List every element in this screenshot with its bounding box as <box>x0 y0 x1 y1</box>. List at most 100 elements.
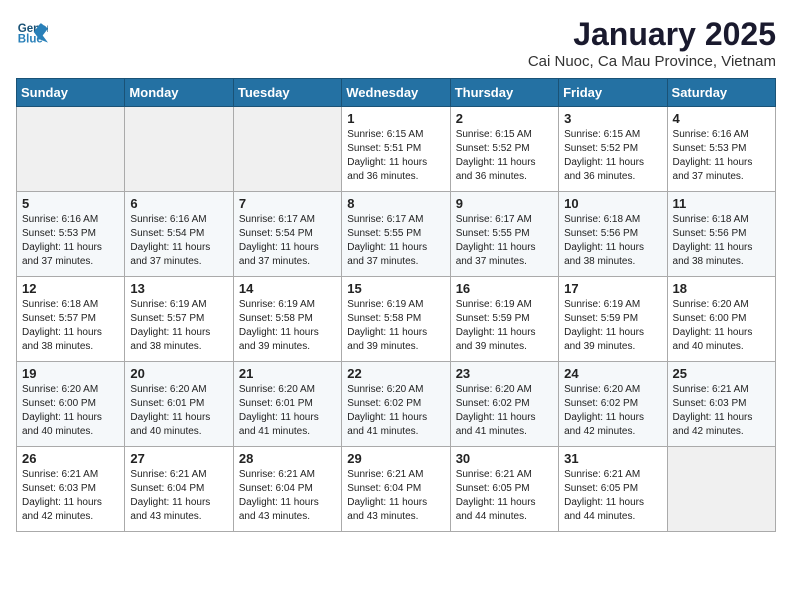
day-number: 7 <box>239 196 336 211</box>
calendar-cell: 7 Sunrise: 6:17 AM Sunset: 5:54 PM Daylig… <box>233 192 341 277</box>
day-info: Sunrise: 6:17 AM Sunset: 5:55 PM Dayligh… <box>456 213 553 269</box>
calendar-cell <box>667 447 775 532</box>
day-number: 29 <box>347 451 444 466</box>
day-number: 28 <box>239 451 336 466</box>
day-number: 8 <box>347 196 444 211</box>
day-info: Sunrise: 6:16 AM Sunset: 5:53 PM Dayligh… <box>673 128 770 184</box>
calendar-title: January 2025 <box>528 16 776 53</box>
weekday-header-friday: Friday <box>559 79 667 107</box>
calendar-cell: 25Sunrise: 6:21 AM Sunset: 6:03 PM Dayli… <box>667 362 775 447</box>
day-info: Sunrise: 6:19 AM Sunset: 5:59 PM Dayligh… <box>564 298 661 354</box>
weekday-header-row: SundayMondayTuesdayWednesdayThursdayFrid… <box>17 79 776 107</box>
day-number: 14 <box>239 281 336 296</box>
day-number: 17 <box>564 281 661 296</box>
logo: General Blue <box>16 16 48 48</box>
calendar-cell: 27 Sunrise: 6:21 AM Sunset: 6:04 PM Dayli… <box>125 447 233 532</box>
day-number: 9 <box>456 196 553 211</box>
calendar-cell <box>17 107 125 192</box>
day-info: Sunrise: 6:17 AM Sunset: 5:54 PM Dayligh… <box>239 213 336 269</box>
day-number: 26 <box>22 451 119 466</box>
calendar-cell: 5 Sunrise: 6:16 AM Sunset: 5:53 PM Daylig… <box>17 192 125 277</box>
calendar-table: SundayMondayTuesdayWednesdayThursdayFrid… <box>16 78 776 532</box>
day-number: 22 <box>347 366 444 381</box>
day-info: Sunrise: 6:21 AM Sunset: 6:03 PM Dayligh… <box>673 383 770 439</box>
day-number: 31 <box>564 451 661 466</box>
calendar-cell: 9 Sunrise: 6:17 AM Sunset: 5:55 PM Daylig… <box>450 192 558 277</box>
day-info: Sunrise: 6:16 AM Sunset: 5:54 PM Dayligh… <box>130 213 227 269</box>
calendar-cell: 19Sunrise: 6:20 AM Sunset: 6:00 PM Dayli… <box>17 362 125 447</box>
calendar-cell: 6Sunrise: 6:16 AM Sunset: 5:54 PM Daylig… <box>125 192 233 277</box>
day-number: 15 <box>347 281 444 296</box>
calendar-week-row: 5 Sunrise: 6:16 AM Sunset: 5:53 PM Daylig… <box>17 192 776 277</box>
day-number: 30 <box>456 451 553 466</box>
day-info: Sunrise: 6:18 AM Sunset: 5:57 PM Dayligh… <box>22 298 119 354</box>
calendar-subtitle: Cai Nuoc, Ca Mau Province, Vietnam <box>528 53 776 70</box>
calendar-cell: 20 Sunrise: 6:20 AM Sunset: 6:01 PM Dayli… <box>125 362 233 447</box>
day-info: Sunrise: 6:16 AM Sunset: 5:53 PM Dayligh… <box>22 213 119 269</box>
calendar-cell: 10 Sunrise: 6:18 AM Sunset: 5:56 PM Dayli… <box>559 192 667 277</box>
day-number: 23 <box>456 366 553 381</box>
calendar-cell: 1 Sunrise: 6:15 AM Sunset: 5:51 PM Daylig… <box>342 107 450 192</box>
day-number: 20 <box>130 366 227 381</box>
calendar-cell: 2Sunrise: 6:15 AM Sunset: 5:52 PM Daylig… <box>450 107 558 192</box>
day-info: Sunrise: 6:21 AM Sunset: 6:04 PM Dayligh… <box>130 468 227 524</box>
day-number: 5 <box>22 196 119 211</box>
weekday-header-saturday: Saturday <box>667 79 775 107</box>
day-number: 2 <box>456 111 553 126</box>
day-info: Sunrise: 6:21 AM Sunset: 6:05 PM Dayligh… <box>564 468 661 524</box>
day-number: 24 <box>564 366 661 381</box>
day-info: Sunrise: 6:20 AM Sunset: 6:01 PM Dayligh… <box>239 383 336 439</box>
weekday-header-sunday: Sunday <box>17 79 125 107</box>
day-info: Sunrise: 6:20 AM Sunset: 6:02 PM Dayligh… <box>564 383 661 439</box>
calendar-cell: 11Sunrise: 6:18 AM Sunset: 5:56 PM Dayli… <box>667 192 775 277</box>
calendar-cell: 14 Sunrise: 6:19 AM Sunset: 5:58 PM Dayli… <box>233 277 341 362</box>
day-info: Sunrise: 6:18 AM Sunset: 5:56 PM Dayligh… <box>564 213 661 269</box>
calendar-cell: 4 Sunrise: 6:16 AM Sunset: 5:53 PM Daylig… <box>667 107 775 192</box>
day-number: 27 <box>130 451 227 466</box>
day-number: 10 <box>564 196 661 211</box>
logo-icon: General Blue <box>16 16 48 48</box>
calendar-cell: 26 Sunrise: 6:21 AM Sunset: 6:03 PM Dayli… <box>17 447 125 532</box>
day-info: Sunrise: 6:17 AM Sunset: 5:55 PM Dayligh… <box>347 213 444 269</box>
calendar-cell: 28 Sunrise: 6:21 AM Sunset: 6:04 PM Dayli… <box>233 447 341 532</box>
weekday-header-thursday: Thursday <box>450 79 558 107</box>
weekday-header-tuesday: Tuesday <box>233 79 341 107</box>
day-number: 16 <box>456 281 553 296</box>
calendar-cell: 8 Sunrise: 6:17 AM Sunset: 5:55 PM Daylig… <box>342 192 450 277</box>
calendar-cell: 16Sunrise: 6:19 AM Sunset: 5:59 PM Dayli… <box>450 277 558 362</box>
calendar-cell: 12Sunrise: 6:18 AM Sunset: 5:57 PM Dayli… <box>17 277 125 362</box>
day-number: 3 <box>564 111 661 126</box>
day-info: Sunrise: 6:19 AM Sunset: 5:58 PM Dayligh… <box>347 298 444 354</box>
calendar-cell <box>125 107 233 192</box>
calendar-week-row: 19Sunrise: 6:20 AM Sunset: 6:00 PM Dayli… <box>17 362 776 447</box>
day-info: Sunrise: 6:15 AM Sunset: 5:51 PM Dayligh… <box>347 128 444 184</box>
calendar-week-row: 26 Sunrise: 6:21 AM Sunset: 6:03 PM Dayli… <box>17 447 776 532</box>
calendar-cell: 24 Sunrise: 6:20 AM Sunset: 6:02 PM Dayli… <box>559 362 667 447</box>
day-info: Sunrise: 6:19 AM Sunset: 5:57 PM Dayligh… <box>130 298 227 354</box>
day-info: Sunrise: 6:20 AM Sunset: 6:02 PM Dayligh… <box>347 383 444 439</box>
day-number: 11 <box>673 196 770 211</box>
weekday-header-monday: Monday <box>125 79 233 107</box>
day-info: Sunrise: 6:21 AM Sunset: 6:03 PM Dayligh… <box>22 468 119 524</box>
calendar-week-row: 1 Sunrise: 6:15 AM Sunset: 5:51 PM Daylig… <box>17 107 776 192</box>
calendar-cell: 18 Sunrise: 6:20 AM Sunset: 6:00 PM Dayli… <box>667 277 775 362</box>
day-info: Sunrise: 6:20 AM Sunset: 6:02 PM Dayligh… <box>456 383 553 439</box>
calendar-cell: 29 Sunrise: 6:21 AM Sunset: 6:04 PM Dayli… <box>342 447 450 532</box>
calendar-cell: 22 Sunrise: 6:20 AM Sunset: 6:02 PM Dayli… <box>342 362 450 447</box>
day-info: Sunrise: 6:15 AM Sunset: 5:52 PM Dayligh… <box>564 128 661 184</box>
day-number: 4 <box>673 111 770 126</box>
day-info: Sunrise: 6:20 AM Sunset: 6:00 PM Dayligh… <box>673 298 770 354</box>
calendar-cell: 15 Sunrise: 6:19 AM Sunset: 5:58 PM Dayli… <box>342 277 450 362</box>
calendar-cell: 13 Sunrise: 6:19 AM Sunset: 5:57 PM Dayli… <box>125 277 233 362</box>
day-number: 21 <box>239 366 336 381</box>
day-info: Sunrise: 6:20 AM Sunset: 6:00 PM Dayligh… <box>22 383 119 439</box>
calendar-cell: 23 Sunrise: 6:20 AM Sunset: 6:02 PM Dayli… <box>450 362 558 447</box>
day-info: Sunrise: 6:20 AM Sunset: 6:01 PM Dayligh… <box>130 383 227 439</box>
day-info: Sunrise: 6:21 AM Sunset: 6:04 PM Dayligh… <box>239 468 336 524</box>
day-number: 1 <box>347 111 444 126</box>
day-number: 18 <box>673 281 770 296</box>
day-info: Sunrise: 6:19 AM Sunset: 5:58 PM Dayligh… <box>239 298 336 354</box>
day-info: Sunrise: 6:21 AM Sunset: 6:04 PM Dayligh… <box>347 468 444 524</box>
day-number: 13 <box>130 281 227 296</box>
calendar-cell: 30Sunrise: 6:21 AM Sunset: 6:05 PM Dayli… <box>450 447 558 532</box>
